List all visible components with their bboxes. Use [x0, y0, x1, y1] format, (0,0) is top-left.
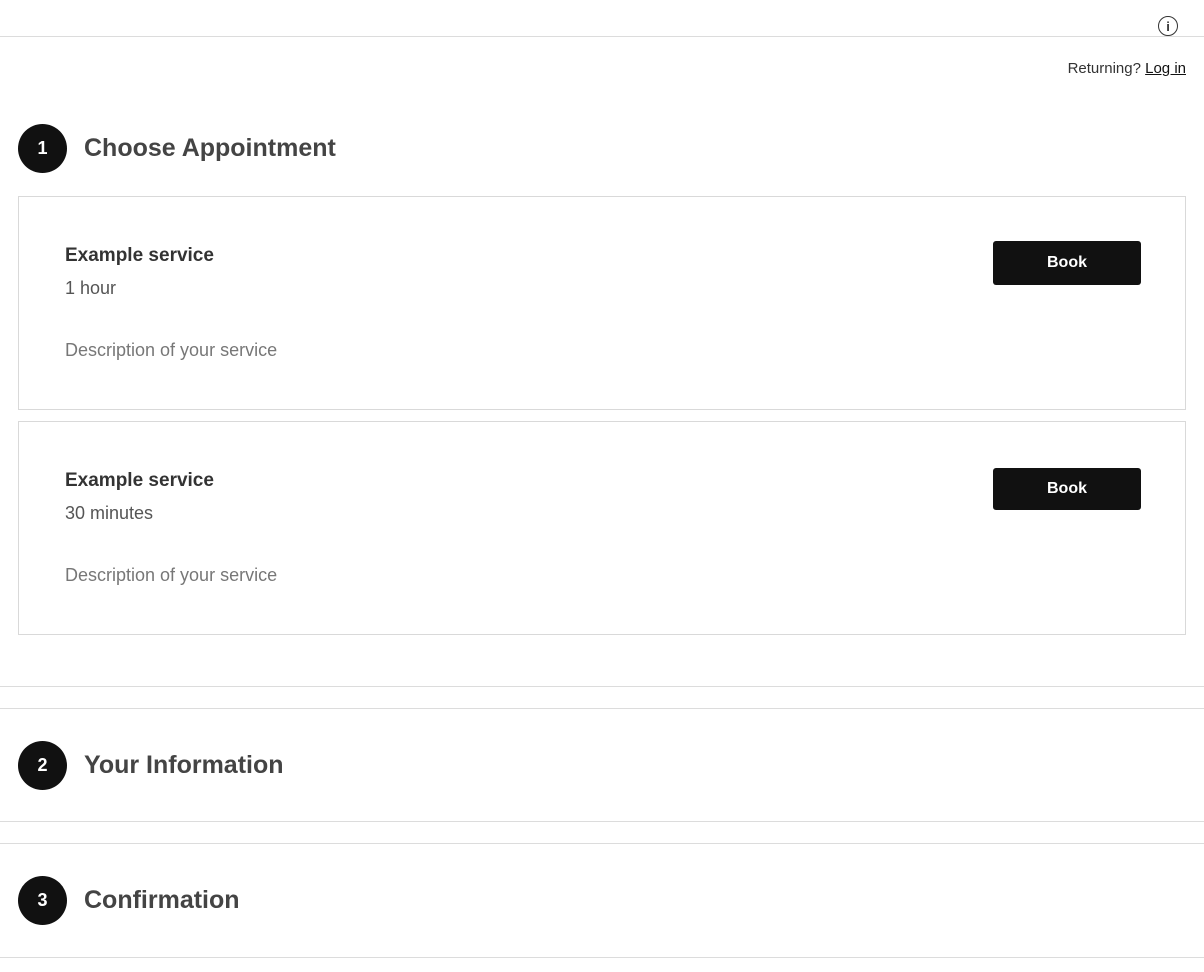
service-card-2: Example service 30 minutes Description o… [18, 421, 1186, 635]
step-1-title: Choose Appointment [84, 134, 336, 162]
service-name: Example service [65, 470, 214, 491]
section-divider [0, 686, 1204, 687]
step-2-number-badge: 2 [18, 741, 67, 790]
info-icon[interactable]: i [1158, 16, 1178, 36]
step-1-number-badge: 1 [18, 124, 67, 173]
book-button-2[interactable]: Book [993, 468, 1141, 510]
service-description: Description of your service [65, 565, 278, 585]
returning-user-prompt: Returning? Log in [1068, 60, 1186, 77]
login-link[interactable]: Log in [1145, 60, 1186, 77]
service-description: Description of your service [65, 340, 278, 360]
service-card-1: Example service 1 hour Description of yo… [18, 196, 1186, 410]
section-divider [0, 821, 1204, 822]
section-divider [0, 957, 1204, 958]
step-3-header[interactable]: 3 Confirmation [18, 876, 240, 925]
step-3-title: Confirmation [84, 886, 240, 914]
service-duration: 30 minutes [65, 503, 154, 523]
returning-text: Returning? [1067, 60, 1141, 77]
section-divider [0, 843, 1204, 844]
step-2-header[interactable]: 2 Your Information [18, 741, 284, 790]
section-divider [0, 708, 1204, 709]
step-3-number-badge: 3 [18, 876, 67, 925]
service-duration: 1 hour [65, 278, 117, 298]
book-button-1[interactable]: Book [993, 241, 1141, 285]
step-2-title: Your Information [84, 751, 284, 779]
top-bar: i [0, 0, 1204, 37]
step-1-header[interactable]: 1 Choose Appointment [18, 124, 336, 173]
booking-page: i Returning? Log in 1 Choose Appointment… [0, 0, 1204, 972]
service-name: Example service [65, 245, 214, 266]
